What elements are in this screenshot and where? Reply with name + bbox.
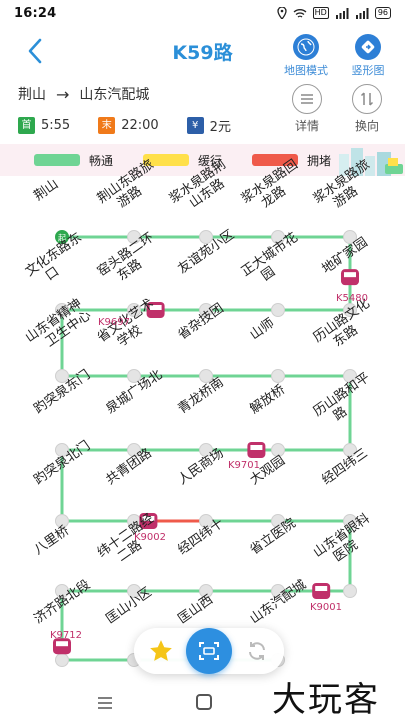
battery-icon: 96 bbox=[374, 7, 391, 19]
refresh-icon bbox=[249, 642, 265, 660]
bus-id-label: K9002 bbox=[134, 532, 167, 543]
signal-icon bbox=[335, 7, 349, 19]
first-bus-tag: 首 bbox=[18, 117, 35, 134]
scan-button[interactable] bbox=[186, 628, 232, 674]
status-time: 16:24 bbox=[14, 5, 57, 21]
screen: 16:24 HD 96 K59路 地图模式 竖形图 荆山 → 山东汽配城 首 5… bbox=[0, 0, 405, 720]
bus-id-label: K9001 bbox=[310, 602, 343, 613]
route-arrow: → bbox=[56, 84, 70, 104]
status-bar: 16:24 HD 96 bbox=[0, 0, 405, 26]
route-map: 起 荆山 荆山东路旅 游路 浆水泉路荆 山东路 浆水泉路回 龙路 浆水泉路旅 游路 地矿家园 正大城… bbox=[0, 157, 405, 680]
route-endpoints: 荆山 → 山东汽配城 bbox=[18, 84, 149, 104]
hd-badge: HD bbox=[312, 7, 329, 19]
recent-apps-icon[interactable] bbox=[96, 696, 114, 710]
bus-window bbox=[250, 445, 263, 450]
fare-value: 2元 bbox=[209, 120, 231, 135]
legend-smooth: 畅通 bbox=[34, 152, 113, 169]
bus-window bbox=[315, 586, 328, 591]
bus-id-label: K9712 bbox=[50, 630, 83, 641]
bus-marker[interactable] bbox=[312, 583, 331, 599]
vertical-view-label: 竖形图 bbox=[351, 64, 385, 77]
bus-id-label: K5480 bbox=[336, 293, 369, 304]
stop-dot[interactable] bbox=[343, 584, 357, 598]
stop-dot[interactable] bbox=[271, 303, 285, 317]
first-bus-time: 5:55 bbox=[41, 118, 71, 133]
floating-toolbar bbox=[134, 628, 284, 674]
signal-icon-2 bbox=[355, 7, 369, 19]
list-icon bbox=[292, 84, 322, 114]
header: K59路 地图模式 竖形图 bbox=[0, 26, 405, 78]
switch-direction-label: 换向 bbox=[354, 119, 379, 133]
route-from: 荆山 bbox=[18, 87, 46, 103]
bus-id-label: K9701 bbox=[228, 460, 261, 471]
map-mode-button[interactable]: 地图模式 bbox=[277, 34, 335, 78]
vertical-map-icon bbox=[355, 34, 381, 60]
route-to: 山东汽配城 bbox=[79, 87, 150, 103]
status-icons: HD 96 bbox=[276, 7, 391, 19]
legend-congested-label: 拥堵 bbox=[307, 153, 332, 168]
swap-icon bbox=[352, 84, 382, 114]
stop-dot[interactable] bbox=[271, 369, 285, 383]
legend-smooth-label: 畅通 bbox=[89, 153, 114, 168]
bus-window bbox=[56, 641, 68, 647]
vertical-view-button[interactable]: 竖形图 bbox=[339, 34, 397, 78]
fare: ¥ 2元 bbox=[186, 116, 231, 135]
switch-direction-button[interactable]: 换向 bbox=[343, 84, 391, 134]
detail-label: 详情 bbox=[294, 119, 319, 133]
map-mode-label: 地图模式 bbox=[284, 64, 328, 77]
globe-icon bbox=[293, 34, 319, 60]
bus-window bbox=[344, 272, 356, 278]
last-bus: 末 22:00 bbox=[98, 117, 159, 134]
schedule-info: 首 5:55 末 22:00 ¥ 2元 bbox=[18, 116, 259, 135]
location-icon bbox=[276, 7, 287, 19]
last-bus-tag: 末 bbox=[98, 117, 116, 134]
scan-icon bbox=[199, 642, 219, 660]
last-bus-time: 22:00 bbox=[121, 118, 159, 133]
bus-marker[interactable] bbox=[341, 269, 359, 286]
fare-tag: ¥ bbox=[186, 117, 204, 134]
star-icon bbox=[150, 640, 172, 661]
bus-id-label: K9697 bbox=[98, 317, 131, 328]
refresh-button[interactable] bbox=[242, 636, 272, 666]
legend-smooth-swatch bbox=[34, 154, 80, 166]
home-button[interactable] bbox=[196, 694, 212, 710]
wifi-icon bbox=[293, 8, 307, 18]
bus-marker[interactable] bbox=[247, 442, 266, 458]
detail-button[interactable]: 详情 bbox=[283, 84, 331, 134]
stop-dot[interactable] bbox=[55, 653, 69, 667]
first-bus: 首 5:55 bbox=[18, 117, 70, 134]
favorite-button[interactable] bbox=[146, 636, 176, 666]
watermark: 大玩客 bbox=[272, 680, 380, 720]
